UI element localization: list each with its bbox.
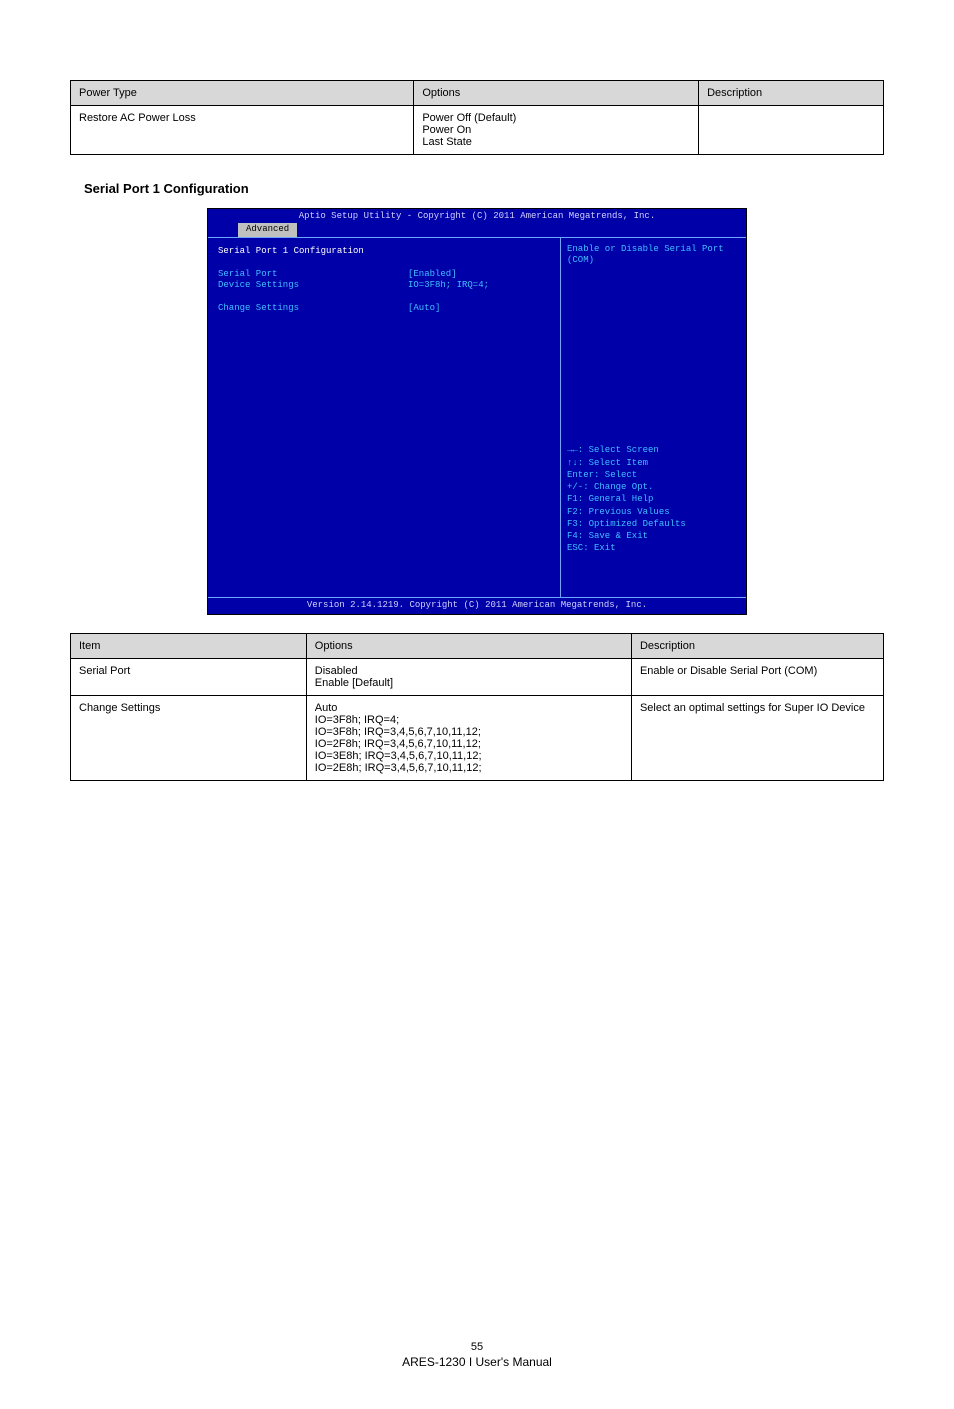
bios-key-4: F1: General Help <box>567 494 740 505</box>
bios-key-1: ↑↓: Select Item <box>567 458 740 469</box>
bios-key-6: F3: Optimized Defaults <box>567 519 740 530</box>
td2-change-settings-options: Auto IO=3F8h; IRQ=4; IO=3F8h; IRQ=3,4,5,… <box>306 695 631 780</box>
bios-title: Aptio Setup Utility - Copyright (C) 2011… <box>208 209 746 223</box>
bios-tab-advanced: Advanced <box>238 223 297 236</box>
bios-val-device-settings: IO=3F8h; IRQ=4; <box>408 280 489 291</box>
bios-heading: Serial Port 1 Configuration <box>218 246 550 257</box>
page-number: 55 <box>70 1341 884 1353</box>
bios-key-hints: →←: Select Screen ↑↓: Select Item Enter:… <box>567 445 740 590</box>
bios-key-2: Enter: Select <box>567 470 740 481</box>
th-power-type: Power Type <box>71 81 414 106</box>
bios-key-5: F2: Previous Values <box>567 507 740 518</box>
td-options: Power Off (Default) Power On Last State <box>414 106 699 155</box>
bios-val-serial-port: [Enabled] <box>408 269 457 280</box>
section-title: Serial Port 1 Configuration <box>84 181 884 196</box>
td2-serial-port: Serial Port <box>71 658 307 695</box>
td2-change-settings-desc: Select an optimal settings for Super IO … <box>631 695 883 780</box>
bios-key-0: →←: Select Screen <box>567 445 740 456</box>
td-power-type: Restore AC Power Loss <box>71 106 414 155</box>
bios-key-3: +/-: Change Opt. <box>567 482 740 493</box>
bios-lbl-device-settings: Device Settings <box>218 280 408 291</box>
power-type-table: Power Type Options Description Restore A… <box>70 80 884 155</box>
th2-options: Options <box>306 633 631 658</box>
th2-description: Description <box>631 633 883 658</box>
td2-serial-port-desc: Enable or Disable Serial Port (COM) <box>631 658 883 695</box>
bios-key-8: ESC: Exit <box>567 543 740 554</box>
bios-footer: Version 2.14.1219. Copyright (C) 2011 Am… <box>208 597 746 614</box>
th-description: Description <box>699 81 884 106</box>
bios-key-7: F4: Save & Exit <box>567 531 740 542</box>
bios-val-change-settings: [Auto] <box>408 303 440 314</box>
bios-lbl-serial-port: Serial Port <box>218 269 408 280</box>
settings-table: Item Options Description Serial Port Dis… <box>70 633 884 781</box>
td2-serial-port-options: Disabled Enable [Default] <box>306 658 631 695</box>
footer-model: ARES-1230 I User's Manual <box>70 1355 884 1369</box>
bios-lbl-change-settings: Change Settings <box>218 303 408 314</box>
th-options: Options <box>414 81 699 106</box>
bios-screenshot: Aptio Setup Utility - Copyright (C) 2011… <box>207 208 747 615</box>
td2-change-settings: Change Settings <box>71 695 307 780</box>
td-description <box>699 106 884 155</box>
bios-help-text: Enable or Disable Serial Port (COM) <box>567 244 740 267</box>
th2-item: Item <box>71 633 307 658</box>
